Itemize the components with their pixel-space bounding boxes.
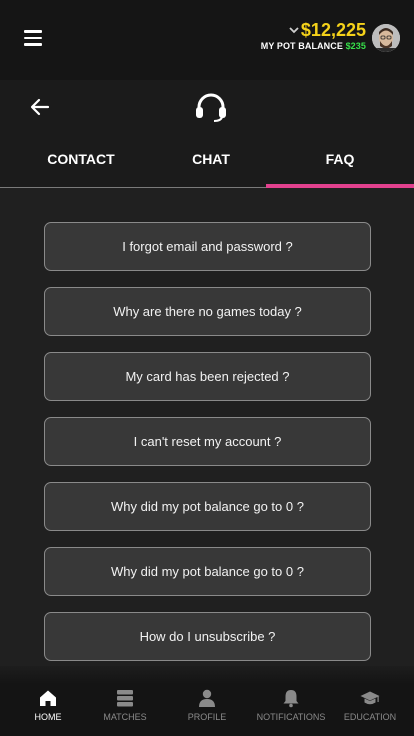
profile-icon [199,689,215,707]
faq-item[interactable]: Why did my pot balance go to 0 ? [44,482,371,531]
faq-item[interactable]: Why are there no games today ? [44,287,371,336]
pot-balance-label: MY POT BALANCE [260,41,343,51]
avatar[interactable] [372,24,400,52]
pot-balance-value: $235 [345,41,366,51]
hamburger-menu-icon[interactable] [24,30,42,46]
nav-profile[interactable]: PROFILE [166,688,248,722]
nav-education[interactable]: EDUCATION [329,688,411,722]
faq-item[interactable]: I forgot email and password ? [44,222,371,271]
nav-label: HOME [34,712,62,722]
tab-bar: CONTACT CHAT FAQ [0,138,414,188]
faq-item[interactable]: How do I unsubscribe ? [44,612,371,661]
nav-label: NOTIFICATIONS [256,712,326,722]
tab-faq[interactable]: FAQ [266,138,414,188]
balance-display[interactable]: $12,225 MY POT BALANCE $235 [261,20,366,51]
chevron-down-icon[interactable] [289,25,299,35]
active-tab-indicator [266,184,414,188]
bell-icon [283,690,299,708]
nav-notifications[interactable]: NOTIFICATIONS [250,688,332,722]
nav-label: EDUCATION [343,712,397,722]
headset-icon [196,93,226,122]
bottom-navigation: HOME MATCHES PROFILE NOTIFICATIONS EDUCA… [0,666,414,736]
balance-amount: $12,225 [300,20,366,40]
faq-item[interactable]: My card has been rejected ? [44,352,371,401]
faq-item[interactable]: Why did my pot balance go to 0 ? [44,547,371,596]
nav-label: PROFILE [187,712,227,722]
tab-chat[interactable]: CHAT [147,138,275,188]
faq-item[interactable]: I can't reset my account ? [44,417,371,466]
support-header: CONTACT CHAT FAQ [0,80,414,188]
nav-home[interactable]: HOME [7,688,89,722]
user-avatar-image [372,24,400,52]
tab-contact[interactable]: CONTACT [0,138,162,188]
nav-label: MATCHES [103,712,147,722]
nav-matches[interactable]: MATCHES [84,688,166,722]
tab-divider [0,187,266,188]
top-bar: $12,225 MY POT BALANCE $235 [0,0,414,80]
faq-list: I forgot email and password ? Why are th… [44,222,371,677]
back-arrow-icon[interactable] [28,97,52,117]
home-icon [40,690,56,706]
graduation-cap-icon [360,691,380,705]
matches-icon [117,690,133,707]
